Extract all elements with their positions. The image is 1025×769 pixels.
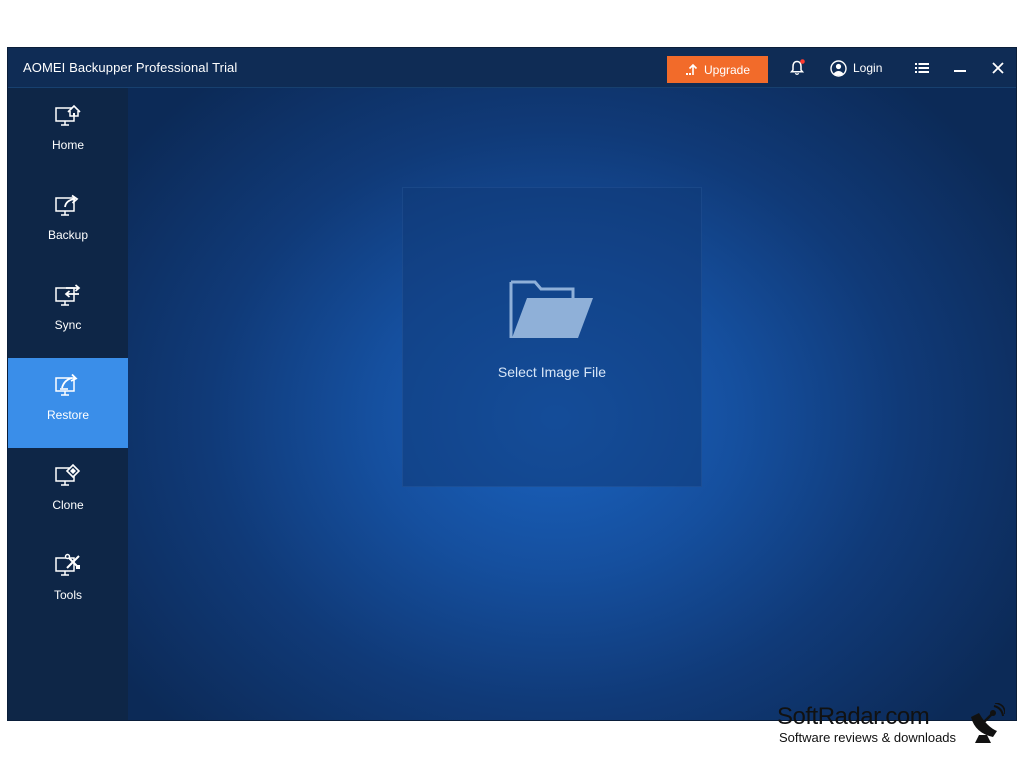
monitor-clone-icon xyxy=(54,462,82,490)
main-content: Select Image File xyxy=(128,88,1016,720)
sidebar-item-sync[interactable]: Sync xyxy=(8,268,128,358)
folder-open-icon xyxy=(509,280,593,338)
sidebar: Home Backup Sync Restore Clone Tools xyxy=(8,88,128,720)
sidebar-item-label: Clone xyxy=(52,498,84,512)
close-button[interactable] xyxy=(988,59,1008,77)
sidebar-item-home[interactable]: Home xyxy=(8,88,128,178)
menu-button[interactable] xyxy=(912,59,932,77)
select-image-file-label: Select Image File xyxy=(497,364,607,380)
sidebar-item-label: Sync xyxy=(54,318,82,332)
satellite-dish-icon xyxy=(971,703,1005,743)
upgrade-button[interactable]: Upgrade xyxy=(667,56,768,83)
sidebar-item-label: Backup xyxy=(47,228,89,242)
watermark-tagline: Software reviews & downloads xyxy=(779,730,957,745)
close-icon xyxy=(992,62,1004,74)
sidebar-item-label: Restore xyxy=(46,408,90,422)
monitor-sync-icon xyxy=(54,282,82,310)
sidebar-item-restore[interactable]: Restore xyxy=(8,358,128,448)
sidebar-item-tools[interactable]: Tools xyxy=(8,538,128,628)
sidebar-item-label: Home xyxy=(51,138,84,152)
title-bar: AOMEI Backupper Professional Trial Upgra… xyxy=(8,48,1016,88)
monitor-home-icon xyxy=(54,102,82,130)
sidebar-item-label: Tools xyxy=(53,588,82,602)
monitor-export-icon xyxy=(54,192,82,220)
arrow-up-icon xyxy=(685,63,698,75)
login-label: Login xyxy=(853,61,883,75)
app-window: AOMEI Backupper Professional Trial Upgra… xyxy=(7,47,1017,721)
select-image-file-button[interactable]: Select Image File xyxy=(402,187,702,487)
sidebar-item-backup[interactable]: Backup xyxy=(8,178,128,268)
notification-dot xyxy=(800,59,805,64)
notifications-button[interactable] xyxy=(787,59,807,77)
watermark-name: SoftRadar.com xyxy=(777,703,930,730)
bell-icon xyxy=(789,59,805,75)
screenshot-stage: AOMEI Backupper Professional Trial Upgra… xyxy=(0,0,1025,769)
upgrade-label: Upgrade xyxy=(703,62,751,77)
menu-list-icon xyxy=(915,63,929,73)
user-circle-icon xyxy=(830,59,847,77)
minimize-icon xyxy=(954,70,966,72)
softradar-watermark: SoftRadar.com Software reviews & downloa… xyxy=(777,703,1017,753)
sidebar-item-clone[interactable]: Clone xyxy=(8,448,128,538)
login-button[interactable]: Login xyxy=(830,58,882,78)
app-title: AOMEI Backupper Professional Trial xyxy=(23,60,238,75)
monitor-restore-icon xyxy=(54,372,82,400)
minimize-button[interactable] xyxy=(950,59,970,77)
monitor-tools-icon xyxy=(54,552,82,580)
